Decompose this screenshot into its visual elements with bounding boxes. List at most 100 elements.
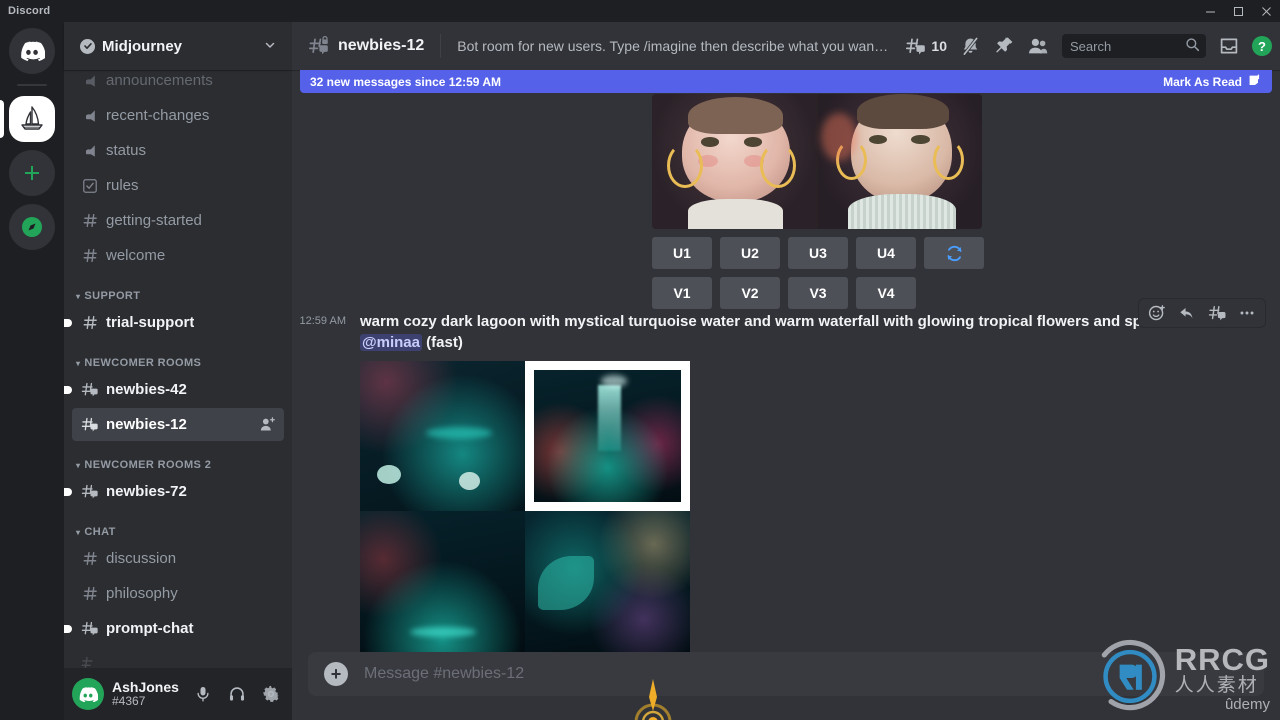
category-chat[interactable]: ▾ CHAT [72, 510, 284, 542]
rail-item-discord-home[interactable] [9, 28, 55, 74]
page-title: newbies-12 [338, 37, 425, 54]
mark-as-read-label: Mark As Read [1163, 74, 1242, 89]
header-divider [440, 34, 442, 58]
sidebar-item-discussion[interactable]: discussion [72, 542, 284, 575]
variation-button-v2[interactable]: V2 [720, 277, 780, 309]
mention[interactable]: @minaa [360, 333, 422, 351]
add-member-icon[interactable] [259, 416, 276, 433]
variation-button-v3[interactable]: V3 [788, 277, 848, 309]
variation-button-v4[interactable]: V4 [856, 277, 916, 309]
members-icon[interactable] [1027, 36, 1049, 56]
category-newcomer-rooms[interactable]: ▾ NEWCOMER ROOMS [72, 341, 284, 373]
hash-thread-lock-icon [308, 36, 330, 56]
mark-as-read-button[interactable]: Mark As Read [1163, 74, 1262, 90]
hash-icon [80, 314, 100, 331]
threads-icon[interactable]: 10 [905, 36, 947, 56]
reply-icon[interactable] [1173, 300, 1201, 326]
sidebar-item-getting-started[interactable]: getting-started [72, 204, 284, 237]
search-input[interactable]: Search [1062, 34, 1206, 58]
minimize-button[interactable] [1196, 0, 1224, 22]
sidebar-item-partial[interactable] [72, 647, 284, 668]
maximize-button[interactable] [1224, 0, 1252, 22]
composer-placeholder: Message #newbies-12 [364, 665, 525, 682]
inbox-icon[interactable] [1219, 36, 1239, 56]
gear-icon[interactable] [255, 678, 287, 710]
window-title: Discord [8, 5, 51, 17]
hash-thread-icon [80, 483, 100, 500]
grid-quadrant-1[interactable] [360, 361, 525, 512]
sidebar-item-status[interactable]: status [72, 134, 284, 167]
close-button[interactable] [1252, 0, 1280, 22]
channel-list-scroll[interactable]: announcements recent-changes status rule… [64, 70, 292, 668]
hash-icon [80, 212, 100, 229]
chevron-down-icon[interactable] [264, 39, 276, 54]
category-newcomer-rooms-2[interactable]: ▾ NEWCOMER ROOMS 2 [72, 443, 284, 475]
upscale-button-u4[interactable]: U4 [856, 237, 916, 269]
channel-topic[interactable]: Bot room for new users. Type /imagine th… [457, 38, 889, 54]
user-identity[interactable]: AshJones #4367 [112, 679, 179, 709]
sidebar-item-label: philosophy [106, 585, 178, 602]
sidebar-item-newbies-72[interactable]: newbies-72 [64, 475, 284, 508]
sidebar-item-newbies-42[interactable]: newbies-42 [64, 373, 284, 406]
hash-thread-icon [80, 416, 100, 433]
chevron-down-icon: ▾ [76, 291, 81, 301]
message-list[interactable]: 32 new messages since 12:59 AM Mark As R… [292, 70, 1280, 652]
upscale-button-u2[interactable]: U2 [720, 237, 780, 269]
rail-item-server-midjourney[interactable] [0, 96, 55, 142]
grid-quadrant-2-selected[interactable] [525, 361, 690, 512]
sidebar-item-welcome[interactable]: welcome [72, 239, 284, 272]
new-messages-text: 32 new messages since 12:59 AM [310, 74, 501, 89]
bell-off-icon[interactable] [960, 36, 981, 57]
composer-box[interactable]: + Message #newbies-12 [308, 652, 1264, 696]
sailboat-icon [21, 106, 43, 130]
sidebar-item-label: getting-started [106, 212, 202, 229]
compass-icon [22, 217, 42, 237]
sidebar-item-prompt-chat[interactable]: prompt-chat [64, 612, 284, 645]
sidebar-item-label: rules [106, 177, 139, 194]
sidebar-item-philosophy[interactable]: philosophy [72, 577, 284, 610]
discord-window: Discord Midjourney announcements recent-… [0, 0, 1280, 720]
sidebar-item-newbies-12[interactable]: newbies-12 [72, 408, 284, 441]
plus-circle-icon[interactable]: + [324, 662, 348, 686]
active-server-pill [0, 100, 4, 138]
help-icon[interactable]: ? [1252, 36, 1272, 56]
grid-quadrant-4[interactable] [525, 511, 690, 652]
message-timestamp: 12:59 AM [299, 315, 346, 327]
headphones-icon[interactable] [221, 678, 253, 710]
grid-quadrant-3[interactable] [360, 511, 525, 652]
avatar[interactable] [72, 678, 104, 710]
guild-header[interactable]: Midjourney [64, 22, 292, 70]
variation-button-v1[interactable]: V1 [652, 277, 712, 309]
announcement-icon [80, 108, 100, 124]
sidebar-item-announcements[interactable]: announcements [72, 70, 284, 97]
more-options-icon[interactable] [1233, 300, 1261, 326]
app-body: Midjourney announcements recent-changes … [0, 22, 1280, 720]
create-thread-icon[interactable] [1203, 300, 1231, 326]
pin-icon[interactable] [994, 36, 1014, 56]
generated-image-grid[interactable] [360, 361, 690, 652]
hash-icon [80, 247, 100, 264]
rail-item-add-server[interactable] [9, 150, 55, 196]
sidebar-item-label: announcements [106, 72, 213, 89]
message-composer: + Message #newbies-12 [292, 652, 1280, 720]
server-rail [0, 22, 64, 720]
reroll-button[interactable] [924, 237, 984, 269]
message-speed: (fast) [426, 333, 463, 351]
add-reaction-icon[interactable] [1143, 300, 1171, 326]
microphone-icon[interactable] [187, 678, 219, 710]
unread-indicator [64, 318, 72, 327]
upscale-button-u3[interactable]: U3 [788, 237, 848, 269]
hash-icon [80, 550, 100, 567]
message-upscale-result: U1 U2 U3 U4 V1 V2 V3 V4 [652, 94, 984, 309]
category-support[interactable]: ▾ SUPPORT [72, 274, 284, 306]
mark-read-icon [1248, 74, 1262, 90]
sidebar-item-label: status [106, 142, 147, 159]
sidebar-item-rules[interactable]: rules [72, 169, 284, 202]
plus-icon [25, 166, 39, 180]
upscale-button-u1[interactable]: U1 [652, 237, 712, 269]
sidebar-item-label: newbies-42 [106, 381, 187, 398]
rail-item-explore-servers[interactable] [9, 204, 55, 250]
sidebar-item-recent-changes[interactable]: recent-changes [72, 99, 284, 132]
sidebar-item-trial-support[interactable]: trial-support [64, 306, 284, 339]
portrait-grid-image[interactable] [652, 94, 982, 229]
